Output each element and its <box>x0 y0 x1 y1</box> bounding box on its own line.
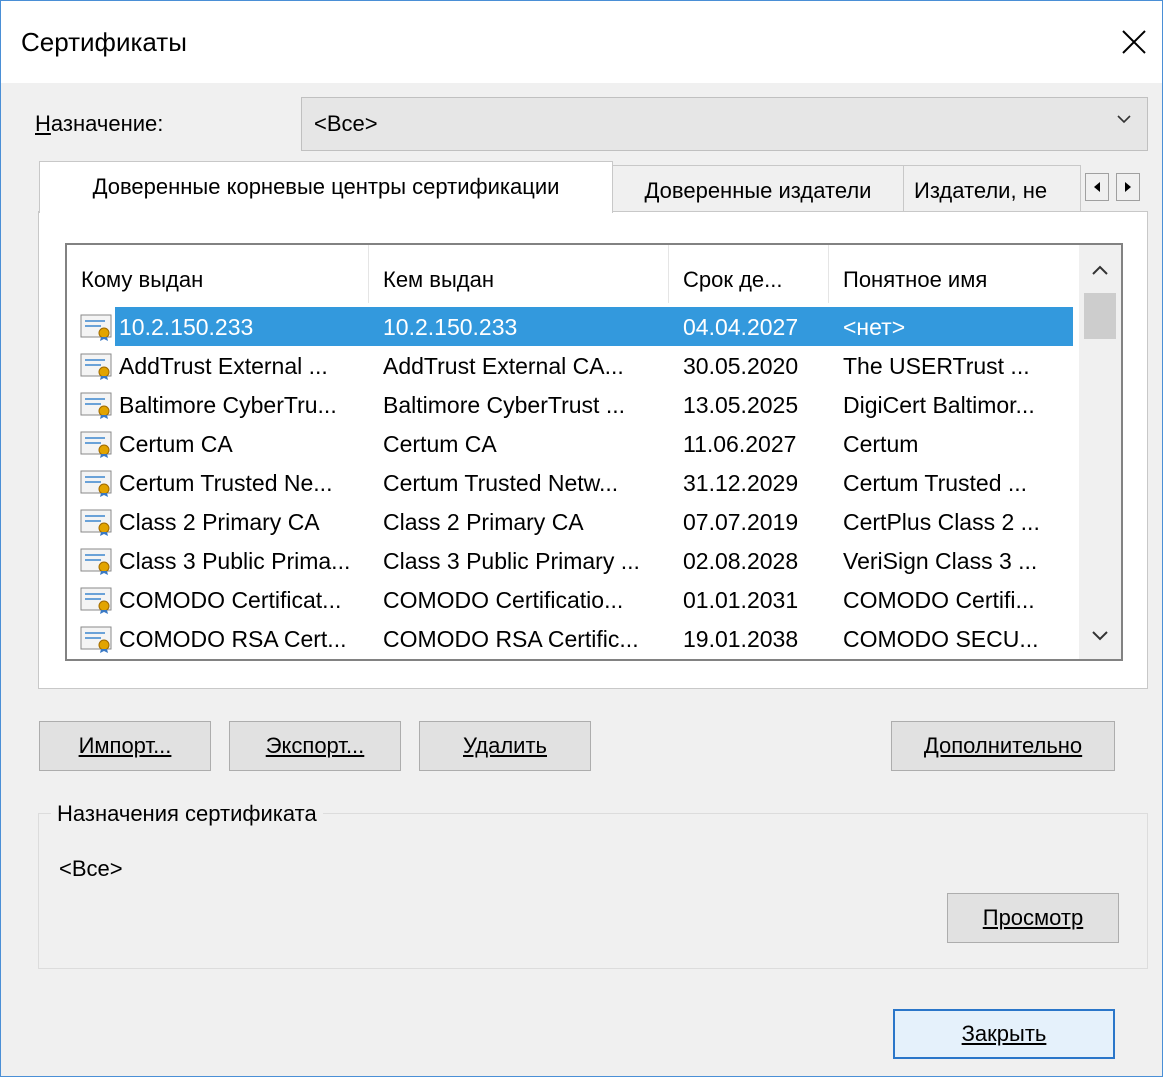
cell-issued-to: Class 2 Primary CA <box>119 509 320 535</box>
certificate-list[interactable]: Кому выдан Кем выдан Срок де... Понятное… <box>65 243 1123 661</box>
column-header-issued-to[interactable]: Кому выдан <box>67 245 369 303</box>
table-row[interactable]: Certum Trusted Ne... Certum Trusted Netw.… <box>67 463 1075 502</box>
cell-expires: 19.01.2038 <box>683 626 799 652</box>
cell-friendly: Certum Trusted ... <box>843 470 1028 496</box>
cell-friendly: VeriSign Class 3 ... <box>843 548 1038 574</box>
cell-expires: 31.12.2029 <box>683 470 799 496</box>
certificate-icon <box>80 392 112 419</box>
column-header-issued-by[interactable]: Кем выдан <box>369 245 669 303</box>
tab-untrusted-publishers[interactable]: Издатели, не <box>903 165 1081 213</box>
cell-friendly: The USERTrust ... <box>843 353 1030 379</box>
view-button-label: Просмотр <box>982 905 1084 930</box>
advanced-button[interactable]: Дополнительно <box>891 721 1115 771</box>
import-button[interactable]: Импорт... <box>39 721 211 771</box>
list-header: Кому выдан Кем выдан Срок де... Понятное… <box>67 245 1075 303</box>
cell-issued-to: AddTrust External ... <box>119 353 328 379</box>
table-row[interactable]: Baltimore CyberTru... Baltimore CyberTrus… <box>67 385 1075 424</box>
cell-issued-to: Baltimore CyberTru... <box>119 392 337 418</box>
certificates-dialog: Сертификаты Назначение: <Все> Доверенные… <box>0 0 1163 1077</box>
cell-expires: 30.05.2020 <box>683 353 799 379</box>
tab-trusted-publishers[interactable]: Доверенные издатели <box>612 165 904 213</box>
cell-expires: 07.07.2019 <box>683 509 799 535</box>
cell-issued-to: Class 3 Public Prima... <box>119 548 351 574</box>
import-button-label: Импорт... <box>78 733 172 758</box>
scroll-up-icon[interactable] <box>1090 263 1110 277</box>
tab-scroll-right-button[interactable] <box>1116 173 1140 201</box>
window-title: Сертификаты <box>21 27 187 57</box>
table-row[interactable]: COMODO Certificat... COMODO Certificatio.… <box>67 580 1075 619</box>
close-button[interactable]: Закрыть <box>893 1009 1115 1059</box>
certificate-purposes-value: <Все> <box>59 856 123 881</box>
certificate-purposes-title: Назначения сертификата <box>51 801 323 827</box>
cell-friendly: DigiCert Baltimor... <box>843 392 1035 418</box>
tab-trusted-root-ca[interactable]: Доверенные корневые центры сертификации <box>39 161 613 213</box>
title-bar: Сертификаты <box>1 1 1162 83</box>
certificate-icon <box>80 587 112 614</box>
cell-expires: 04.04.2027 <box>683 314 799 340</box>
cell-expires: 13.05.2025 <box>683 392 799 418</box>
table-row[interactable]: Certum CA Certum CA 11.06.2027 Certum <box>67 424 1075 463</box>
cell-issued-by: Certum Trusted Netw... <box>383 470 619 496</box>
cell-issued-by: AddTrust External CA... <box>383 353 624 379</box>
tab-scroll-left-button[interactable] <box>1085 173 1109 201</box>
certificate-icon <box>80 509 112 536</box>
export-button[interactable]: Экспорт... <box>229 721 401 771</box>
table-row[interactable]: COMODO RSA Cert... COMODO RSA Certific...… <box>67 619 1075 658</box>
list-vertical-scrollbar[interactable] <box>1079 245 1121 659</box>
table-row[interactable]: 10.2.150.233 10.2.150.233 04.04.2027 <нет> <box>67 307 1075 346</box>
table-row[interactable]: Class 3 Public Prima... Class 3 Public Pr… <box>67 541 1075 580</box>
cell-issued-by: Baltimore CyberTrust ... <box>383 392 625 418</box>
table-row[interactable]: AddTrust External ... AddTrust External C… <box>67 346 1075 385</box>
column-header-friendly-name[interactable]: Понятное имя <box>829 245 1075 303</box>
cell-issued-by: Class 3 Public Primary ... <box>383 548 640 574</box>
tab-label: Доверенные корневые центры сертификации <box>92 174 560 199</box>
scrollbar-thumb[interactable] <box>1084 293 1116 339</box>
cell-issued-by: Certum CA <box>383 431 497 457</box>
cell-issued-by: COMODO Certificatio... <box>383 587 624 613</box>
cell-issued-by: COMODO RSA Certific... <box>383 626 639 652</box>
arrow-left-icon <box>1094 182 1100 192</box>
cell-expires: 02.08.2028 <box>683 548 799 574</box>
chevron-down-icon <box>1117 115 1131 124</box>
certificate-icon <box>80 470 112 497</box>
cell-expires: 11.06.2027 <box>683 431 797 457</box>
row-selection-highlight <box>115 307 1073 346</box>
close-icon <box>1122 30 1146 54</box>
cell-issued-to: 10.2.150.233 <box>119 314 254 340</box>
export-button-label: Экспорт... <box>265 733 365 758</box>
cell-issued-to: Certum Trusted Ne... <box>119 470 333 496</box>
cell-issued-to: COMODO Certificat... <box>119 587 342 613</box>
certificate-icon <box>80 314 112 341</box>
cell-expires: 01.01.2031 <box>683 587 799 613</box>
certificate-icon <box>80 626 112 653</box>
arrow-right-icon <box>1125 182 1131 192</box>
tab-label: Издатели, не <box>914 178 1048 203</box>
certificate-icon <box>80 353 112 380</box>
certificate-icon <box>80 548 112 575</box>
delete-button-label: Удалить <box>463 733 547 758</box>
purpose-dropdown-value: <Все> <box>314 111 378 136</box>
column-header-expiration[interactable]: Срок де... <box>669 245 829 303</box>
cell-friendly: Certum <box>843 431 919 457</box>
purpose-dropdown[interactable]: <Все> <box>301 97 1148 151</box>
cell-friendly: COMODO SECU... <box>843 626 1039 652</box>
certificate-icon <box>80 431 112 458</box>
scroll-down-icon[interactable] <box>1090 629 1110 643</box>
view-button[interactable]: Просмотр <box>947 893 1119 943</box>
cell-issued-to: Certum CA <box>119 431 233 457</box>
cell-issued-by: 10.2.150.233 <box>383 314 518 340</box>
close-button-label: Закрыть <box>961 1021 1047 1046</box>
table-row[interactable]: Class 2 Primary CA Class 2 Primary CA 07.0… <box>67 502 1075 541</box>
cell-friendly: <нет> <box>843 314 906 340</box>
certificate-purposes-group <box>38 813 1148 969</box>
tab-label: Доверенные издатели <box>644 178 872 203</box>
purpose-label: Назначение: <box>35 111 164 136</box>
cell-friendly: CertPlus Class 2 ... <box>843 509 1040 535</box>
cell-friendly: COMODO Certifi... <box>843 587 1035 613</box>
close-window-button[interactable] <box>1111 19 1157 65</box>
advanced-button-label: Дополнительно <box>923 733 1083 758</box>
cell-issued-to: COMODO RSA Cert... <box>119 626 347 652</box>
cell-issued-by: Class 2 Primary CA <box>383 509 584 535</box>
delete-button[interactable]: Удалить <box>419 721 591 771</box>
